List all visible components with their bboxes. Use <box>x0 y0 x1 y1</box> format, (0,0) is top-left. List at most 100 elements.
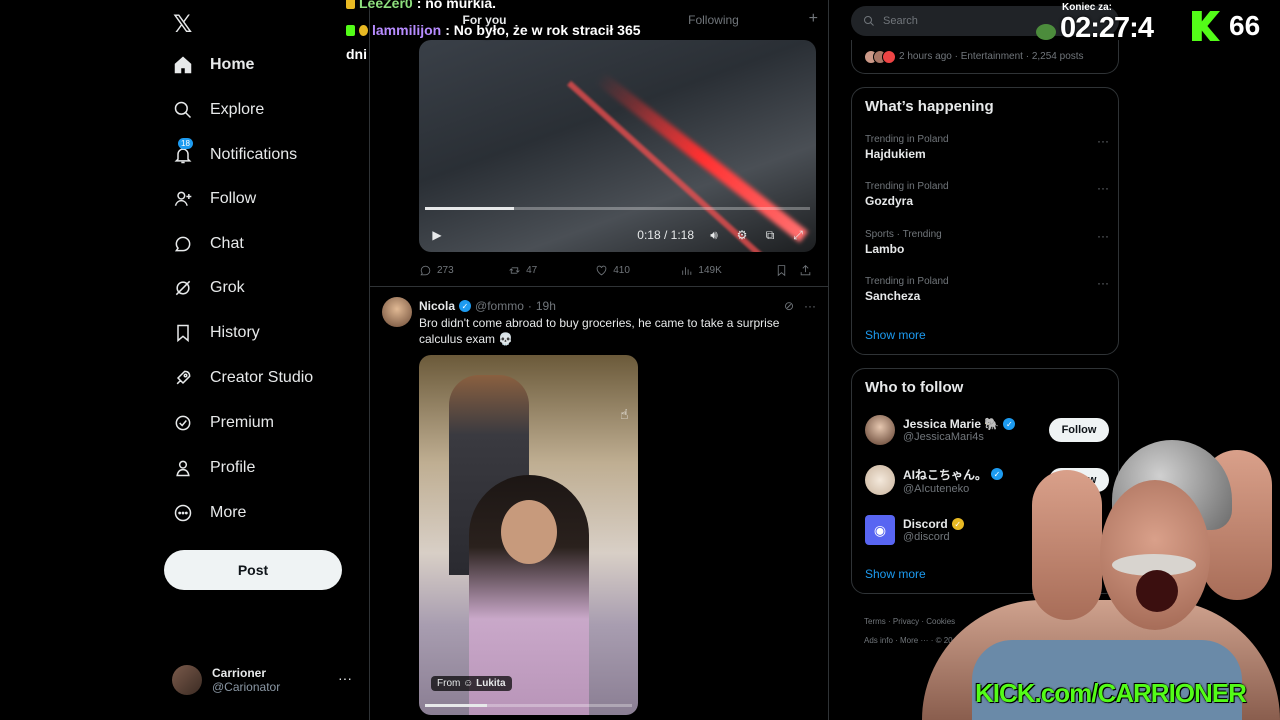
grok-icon[interactable]: ⊘ <box>784 299 794 313</box>
nav-profile[interactable]: Profile <box>172 448 255 488</box>
like-count: 410 <box>613 264 630 276</box>
kick-channel-banner: KICK.com/CARRIONER <box>975 678 1247 708</box>
bell-icon: 18 <box>172 138 194 166</box>
account-name: Carrioner <box>212 666 267 680</box>
account-switcher[interactable]: Carrioner @Carionator ··· <box>172 660 352 700</box>
repost-button[interactable]: 47 <box>508 264 595 277</box>
suggestion-name-text: Jessica Marie 🐘 <box>903 417 1000 431</box>
trend-item[interactable]: Trending in Poland Gozdyra ··· <box>865 181 1109 208</box>
video-progress-fill <box>425 207 514 210</box>
video-progress-bar[interactable] <box>425 704 632 707</box>
nav-label: Follow <box>210 190 257 207</box>
share-button[interactable] <box>799 264 819 277</box>
volume-icon[interactable]: 🔊︎ <box>706 227 722 243</box>
nav-grok[interactable]: Grok <box>172 268 245 308</box>
kick-logo-icon <box>1192 11 1220 41</box>
chat-badge-icon <box>346 24 355 36</box>
more-icon[interactable]: ··· <box>338 670 352 686</box>
mini-avatars <box>864 49 896 64</box>
x-logo-icon[interactable]: 𝕏 <box>173 10 192 39</box>
more-icon[interactable]: ··· <box>1097 276 1109 290</box>
bookmark-button[interactable] <box>775 264 799 277</box>
add-tab-icon[interactable]: + <box>809 10 818 28</box>
grok-icon <box>172 277 194 299</box>
trending-live-item[interactable]: 2 hours ago · Entertainment · 2,254 post… <box>851 40 1119 74</box>
from-name: Lukita <box>476 678 506 689</box>
more-icon[interactable]: ··· <box>1097 181 1109 195</box>
footer-link[interactable]: Ads info <box>864 636 893 645</box>
avatar[interactable] <box>382 297 412 327</box>
more-icon[interactable]: ··· <box>1097 134 1109 148</box>
separator: · <box>527 299 532 313</box>
nav-more[interactable]: More <box>172 493 246 533</box>
like-button[interactable]: 410 <box>595 264 680 277</box>
trending-meta: 2 hours ago · Entertainment · 2,254 post… <box>899 51 1084 62</box>
viewer-count: 66 <box>1229 10 1261 41</box>
settings-icon[interactable]: ⚙ <box>734 227 750 243</box>
video-source-tag[interactable]: From ☺ Lukita <box>431 676 512 691</box>
more-icon[interactable]: ··· <box>804 299 816 313</box>
tweet-author-handle[interactable]: @fommo <box>475 299 524 313</box>
trend-meta: Trending in Poland <box>865 134 949 145</box>
fullscreen-icon[interactable]: ⤢ <box>790 227 806 243</box>
video-player[interactable]: From ☺ Lukita <box>419 355 638 715</box>
video-frame-laser <box>594 71 809 243</box>
show-more-link[interactable]: Show more <box>865 328 926 342</box>
repost-icon <box>509 266 520 274</box>
repost-count: 47 <box>526 264 538 276</box>
nav-premium[interactable]: Premium <box>172 403 274 443</box>
play-icon[interactable]: ▶ <box>429 227 445 243</box>
trend-meta: Trending in Poland <box>865 276 949 287</box>
nav-creator-studio[interactable]: Creator Studio <box>172 358 313 398</box>
reply-button[interactable]: 273 <box>419 264 508 277</box>
chat-message: : No było, że w rok stracił 365 <box>445 22 641 38</box>
tweet-author-name[interactable]: Nicola <box>419 299 455 313</box>
account-handle: @Carionator <box>212 680 281 694</box>
video-progress-bar[interactable] <box>425 207 810 210</box>
tweet-actions: 273 47 410 149K <box>419 262 819 278</box>
video-player[interactable]: ▶ 0:18 / 1:18 🔊︎ ⚙ ⧉ ⤢ <box>419 40 816 252</box>
video-frame-face <box>501 500 557 564</box>
nav-follow[interactable]: Follow <box>172 179 256 219</box>
subathon-timer: 02:27:4 <box>1060 12 1154 44</box>
tweet[interactable]: Nicola ✓ @fommo · 19h ⊘ ··· Bro didn't c… <box>370 287 828 720</box>
trend-name: Gozdyra <box>865 194 914 208</box>
verified-badge-icon: ✓ <box>459 300 472 312</box>
nav-notifications[interactable]: 18 Notifications <box>172 135 297 175</box>
from-prefix: From <box>437 678 461 689</box>
verified-icon <box>172 412 194 434</box>
video-controls: ▶ 0:18 / 1:18 🔊︎ ⚙ ⧉ ⤢ <box>419 218 816 252</box>
link-icon: ☺ <box>463 678 477 689</box>
pepe-emote-icon <box>1036 24 1056 40</box>
streamer-webcam <box>912 430 1280 720</box>
nav-home[interactable]: Home <box>172 45 254 85</box>
person-icon <box>172 457 194 479</box>
pip-icon[interactable]: ⧉ <box>762 227 778 243</box>
avatar <box>172 665 202 695</box>
nav-history[interactable]: History <box>172 313 260 353</box>
nav-label: Explore <box>210 101 265 118</box>
trend-item[interactable]: Trending in Poland Hajdukiem ··· <box>865 134 1109 161</box>
chat-line: lammilijon : No było, że w rok stracił 3… <box>346 22 641 38</box>
nav-chat[interactable]: Chat <box>172 224 244 264</box>
more-icon[interactable]: ··· <box>1097 229 1109 243</box>
trend-meta: Sports · Trending <box>865 229 942 240</box>
left-sidebar: 𝕏 Home Explore 18 Notifications Follow C… <box>160 0 360 720</box>
suggestion-name: Jessica Marie 🐘 ✓ <box>903 417 1016 431</box>
video-progress-fill <box>425 704 488 707</box>
tweet-top-icons: ⊘ ··· <box>784 299 816 313</box>
trend-item[interactable]: Trending in Poland Sancheza ··· <box>865 276 1109 303</box>
tweet-time[interactable]: 19h <box>536 299 556 313</box>
nav-label: Chat <box>210 235 244 252</box>
post-button[interactable]: Post <box>164 550 342 590</box>
nav-label: Grok <box>210 279 245 296</box>
more-circle-icon <box>172 502 194 524</box>
tweet-text: Bro didn't come abroad to buy groceries,… <box>419 316 780 346</box>
footer-link[interactable]: Terms <box>864 617 886 626</box>
nav-label: History <box>210 324 260 341</box>
search-input[interactable]: Search <box>883 15 918 27</box>
trend-item[interactable]: Sports · Trending Lambo ··· <box>865 229 1109 256</box>
trend-name: Lambo <box>865 242 905 256</box>
views-button[interactable]: 149K <box>680 264 775 277</box>
nav-explore[interactable]: Explore <box>172 90 264 130</box>
